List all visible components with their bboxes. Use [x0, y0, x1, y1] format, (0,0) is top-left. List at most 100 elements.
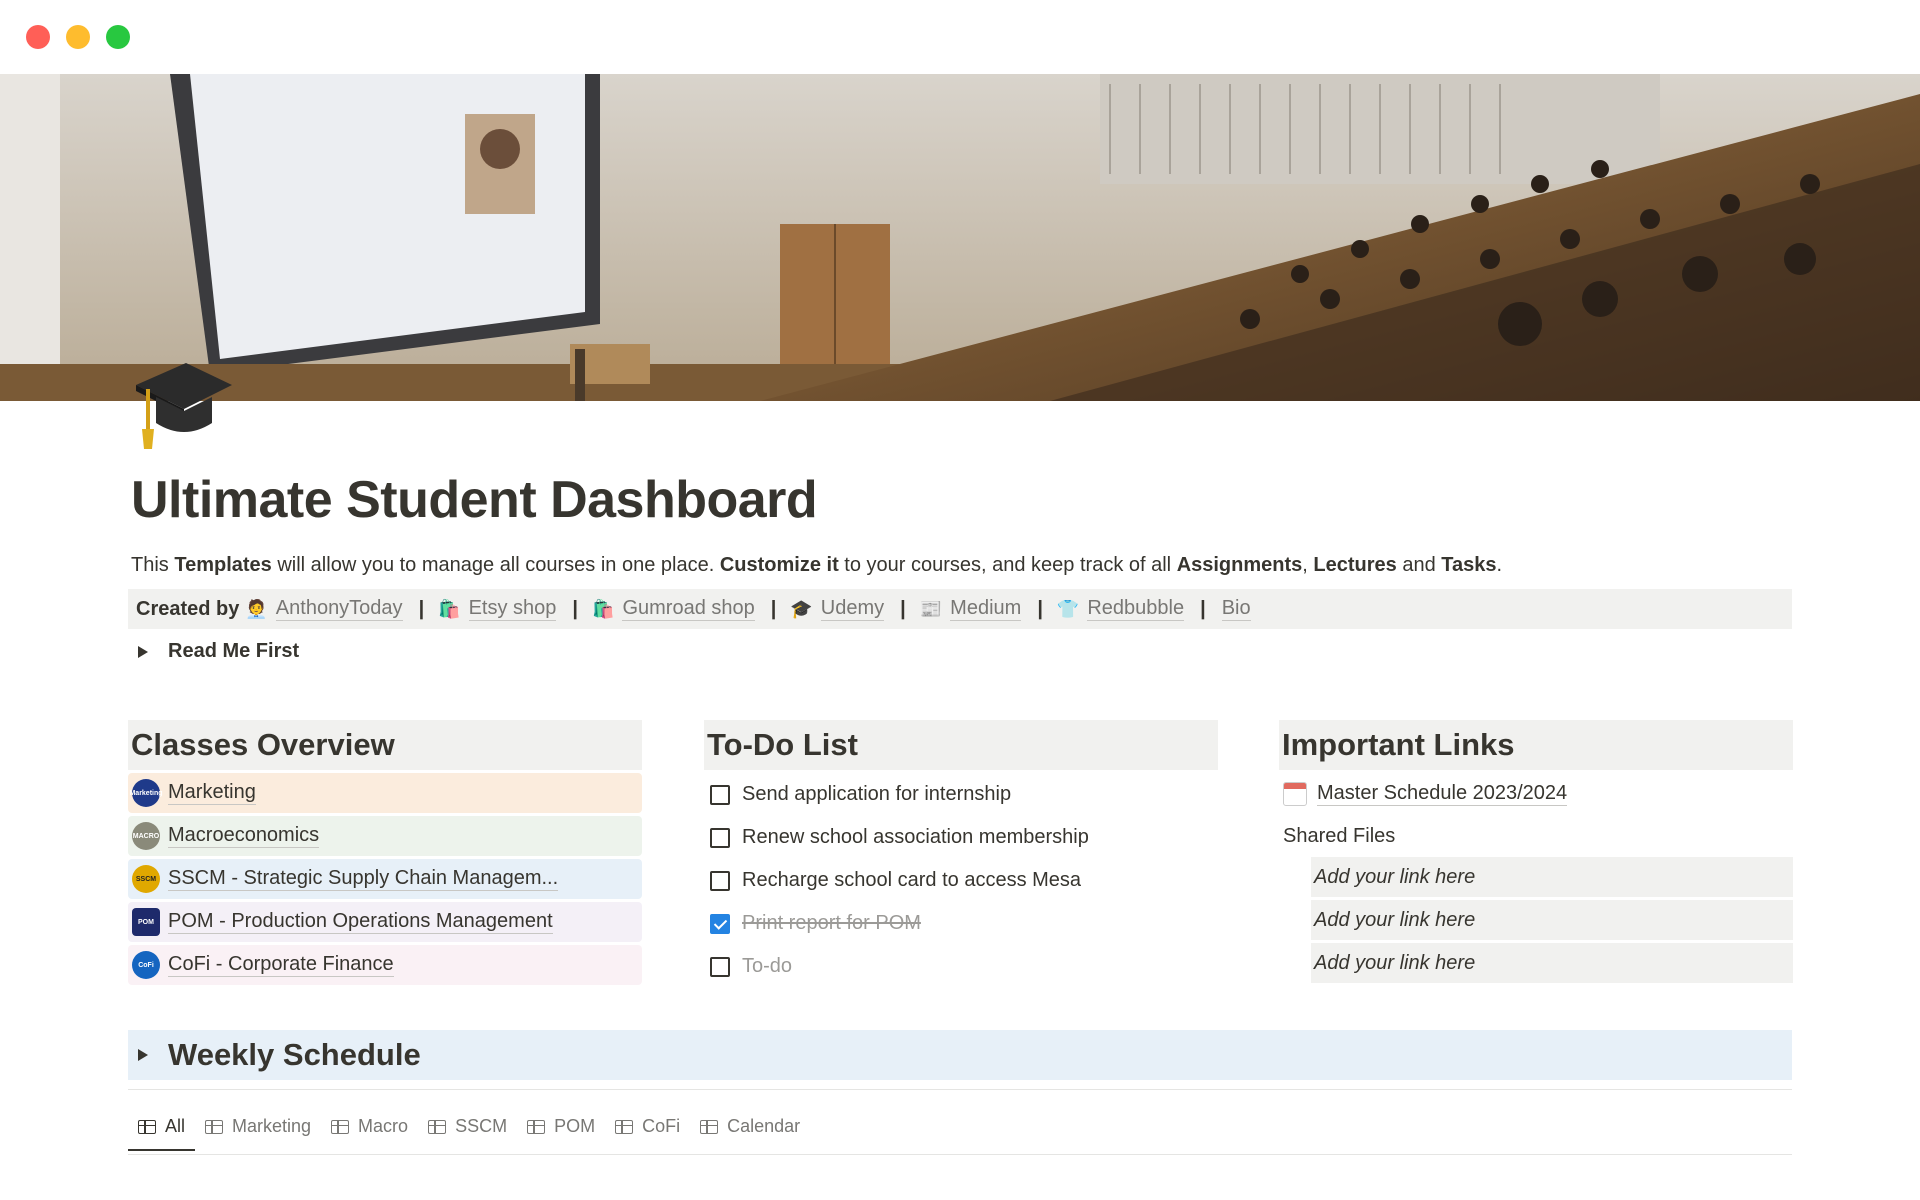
separator: | [900, 597, 906, 620]
marketing-badge-icon: Marketing [129, 779, 163, 807]
class-label: POM - Production Operations Management [168, 910, 553, 934]
tab-marketing[interactable]: Marketing [195, 1110, 321, 1151]
separator: | [572, 597, 579, 620]
checkbox-checked[interactable] [710, 913, 730, 934]
classes-overview-heading: Classes Overview [128, 720, 642, 770]
tab-label: Marketing [232, 1116, 312, 1136]
class-item-sscm[interactable]: SSCM SSCM - Strategic Supply Chain Manag… [128, 859, 642, 899]
created-by-label: Created by [136, 597, 240, 620]
link-anthonytoday[interactable]: AnthonyToday [275, 597, 403, 621]
table-icon [527, 1119, 546, 1134]
link-udemy[interactable]: Udemy [820, 597, 885, 621]
tab-label: CoFi [642, 1116, 681, 1136]
created-by-bar: Created by 🧑‍💼 AnthonyToday | 🛍️ Etsy sh… [128, 589, 1792, 629]
toggle-triangle-icon[interactable] [138, 645, 148, 658]
table-icon [428, 1119, 447, 1134]
separator: | [418, 597, 425, 620]
shopping-bag-icon: 🛍️ [438, 598, 461, 619]
class-item-marketing[interactable]: Marketing Marketing [128, 773, 642, 813]
minimize-window-button[interactable] [66, 25, 90, 49]
person-icon: 🧑‍💼 [245, 598, 268, 619]
divider [128, 1089, 1792, 1090]
todo-label[interactable]: Recharge school card to access Mesa [742, 869, 1081, 892]
todo-item[interactable]: Recharge school card to access Mesa [704, 859, 1218, 902]
table-icon [331, 1119, 350, 1134]
calendar-icon [700, 1119, 719, 1134]
table-icon [138, 1119, 156, 1134]
macro-badge-icon: MACRO [132, 822, 160, 850]
todo-item-completed[interactable]: Print report for POM [704, 902, 1218, 945]
master-schedule-link[interactable]: Master Schedule 2023/2024 [1279, 773, 1793, 815]
table-icon [615, 1119, 634, 1134]
sscm-badge-icon: SSCM [132, 865, 160, 893]
important-links-column: Important Links Master Schedule 2023/202… [1279, 720, 1793, 986]
toggle-triangle-icon[interactable] [138, 1049, 148, 1061]
todo-label[interactable]: Renew school association membership [742, 826, 1089, 849]
newspaper-icon: 📰 [919, 598, 943, 619]
graduation-cap-icon[interactable] [128, 345, 238, 455]
checkbox[interactable] [710, 956, 730, 977]
window-titlebar [0, 0, 1920, 74]
tab-cofi[interactable]: CoFi [605, 1110, 690, 1151]
tshirt-icon: 👕 [1056, 598, 1080, 619]
class-item-pom[interactable]: POM POM - Production Operations Manageme… [128, 902, 642, 942]
link-redbubble[interactable]: Redbubble [1087, 597, 1185, 621]
cofi-badge-icon: CoFi [132, 951, 160, 979]
database-view-tabs: All Marketing Macro SSCM POM CoFi Calend… [128, 1110, 810, 1154]
page-description: This Templates will allow you to manage … [131, 554, 1503, 576]
todo-list-column: To-Do List Send application for internsh… [704, 720, 1218, 988]
todo-label[interactable]: Print report for POM [742, 912, 921, 935]
separator: | [1037, 597, 1043, 620]
class-label: Macroeconomics [168, 824, 320, 848]
todo-item[interactable]: Renew school association membership [704, 816, 1218, 859]
weekly-schedule-toggle[interactable]: Weekly Schedule [128, 1030, 1792, 1080]
read-me-first-toggle[interactable]: Read Me First [138, 640, 299, 663]
todo-list-heading: To-Do List [704, 720, 1218, 770]
shared-files-label: Shared Files [1283, 824, 1396, 847]
checkbox[interactable] [710, 784, 730, 805]
master-schedule-label: Master Schedule 2023/2024 [1317, 782, 1568, 806]
pom-badge-icon: POM [132, 908, 160, 936]
tab-macro[interactable]: Macro [321, 1110, 418, 1151]
link-bio[interactable]: Bio [1221, 597, 1251, 621]
shared-link-placeholder[interactable]: Add your link here [1311, 943, 1793, 983]
important-links-heading: Important Links [1279, 720, 1793, 770]
cover-image [0, 74, 1920, 401]
read-me-first-label: Read Me First [168, 640, 300, 662]
shared-link-placeholder[interactable]: Add your link here [1311, 900, 1793, 940]
link-gumroad-shop[interactable]: Gumroad shop [622, 597, 755, 621]
page-title: Ultimate Student Dashboard [131, 471, 818, 529]
tab-label: SSCM [455, 1116, 508, 1136]
tab-pom[interactable]: POM [517, 1110, 605, 1151]
separator: | [770, 597, 777, 620]
class-item-macroeconomics[interactable]: MACRO Macroeconomics [128, 816, 642, 856]
checkbox[interactable] [710, 870, 730, 891]
table-icon [205, 1119, 224, 1134]
class-item-cofi[interactable]: CoFi CoFi - Corporate Finance [128, 945, 642, 985]
tab-label: Macro [358, 1116, 409, 1136]
shared-link-placeholder[interactable]: Add your link here [1311, 857, 1793, 897]
close-window-button[interactable] [26, 25, 50, 49]
checkbox[interactable] [710, 827, 730, 848]
weekly-schedule-label: Weekly Schedule [168, 1037, 421, 1072]
class-label: CoFi - Corporate Finance [168, 953, 394, 977]
separator: | [1200, 597, 1206, 620]
tab-sscm[interactable]: SSCM [418, 1110, 517, 1151]
tab-label: All [165, 1116, 186, 1136]
todo-placeholder[interactable]: To-do [742, 955, 792, 978]
calendar-icon [1283, 782, 1307, 806]
todo-item-empty[interactable]: To-do [704, 945, 1218, 988]
todo-label[interactable]: Send application for internship [742, 783, 1011, 806]
class-label: SSCM - Strategic Supply Chain Managem... [168, 867, 559, 891]
tab-all[interactable]: All [128, 1110, 196, 1151]
shopping-bag-icon: 🛍️ [592, 598, 615, 619]
link-medium[interactable]: Medium [950, 597, 1022, 621]
graduation-cap-icon: 🎓 [790, 598, 813, 619]
classes-overview-column: Classes Overview Marketing Marketing MAC… [128, 720, 642, 985]
link-etsy-shop[interactable]: Etsy shop [468, 597, 557, 621]
tab-label: Calendar [727, 1116, 801, 1136]
divider [128, 1154, 1792, 1155]
tab-calendar[interactable]: Calendar [690, 1110, 810, 1151]
todo-item[interactable]: Send application for internship [704, 773, 1218, 816]
maximize-window-button[interactable] [106, 25, 130, 49]
